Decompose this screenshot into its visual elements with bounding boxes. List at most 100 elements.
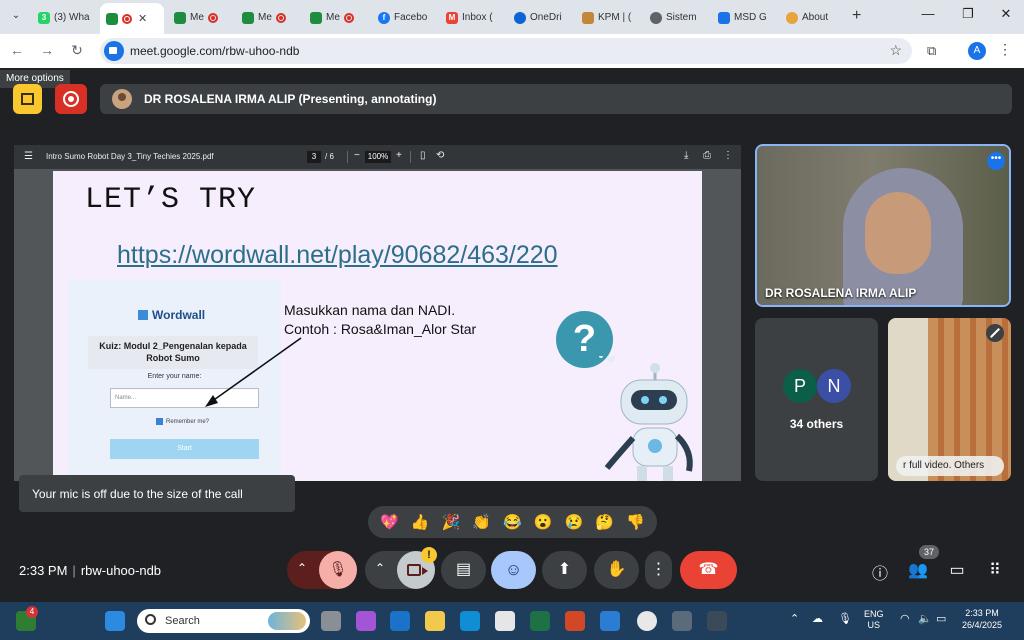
reaction-clap[interactable]: 👏 — [472, 513, 491, 531]
zoom-out-icon[interactable]: − — [354, 150, 360, 161]
outlook-icon[interactable] — [390, 611, 410, 631]
language-indicator[interactable]: ENG US — [864, 609, 884, 631]
people-icon[interactable]: 👥 — [907, 560, 929, 580]
microphone-icon[interactable]: 🎙 — [838, 612, 852, 625]
reaction-sad[interactable]: 😢 — [565, 513, 584, 531]
reaction-surprised[interactable]: 😮 — [534, 513, 553, 531]
notification-badge: 4 — [26, 606, 38, 618]
new-tab-button[interactable]: + — [852, 7, 861, 25]
pdf-zoom-level[interactable]: 100% — [365, 151, 391, 163]
leave-call-button[interactable]: ☎ — [680, 551, 737, 589]
meeting-code: rbw-uhoo-ndb — [80, 563, 162, 578]
video-hint-pill[interactable]: r full video. Others — [896, 456, 1004, 476]
tab-onedrive[interactable]: OneDri — [508, 5, 572, 30]
forward-icon[interactable]: → — [38, 42, 56, 58]
annotation-toggle-button[interactable] — [13, 84, 42, 114]
meeting-time: 2:33 PM — [19, 563, 68, 578]
excel-icon[interactable] — [530, 611, 550, 631]
reaction-thumbs-down[interactable]: 👎 — [626, 513, 645, 531]
recording-icon — [122, 13, 132, 24]
tab-msd[interactable]: MSD G — [712, 5, 776, 30]
restore-icon[interactable]: ❐ — [958, 6, 978, 22]
tab-meet-4[interactable]: Me — [304, 5, 368, 30]
taskbar-search[interactable]: Search — [137, 609, 310, 633]
mic-toggle-button[interactable]: 🎙 — [319, 551, 357, 589]
site-info-icon[interactable] — [104, 41, 124, 61]
url-text[interactable]: meet.google.com/rbw-uhoo-ndb — [130, 44, 299, 58]
present-button[interactable]: ⬆ — [542, 551, 587, 589]
participant-tile-self[interactable]: r full video. Others — [888, 318, 1011, 481]
reactions-button[interactable]: ☺ — [491, 551, 536, 589]
calculator-icon[interactable] — [707, 611, 727, 631]
powerpoint-icon[interactable] — [565, 611, 585, 631]
fit-page-icon[interactable]: ▯ — [420, 150, 426, 161]
tray-overflow-icon[interactable]: ⌃ — [790, 612, 799, 625]
reload-icon[interactable]: ↻ — [68, 42, 86, 59]
copilot-icon[interactable] — [356, 611, 376, 631]
tab-search-button[interactable]: ⌄ — [6, 6, 26, 26]
tab-label: Facebo — [394, 12, 428, 23]
system-clock[interactable]: 2:33 PM 26/4/2025 — [962, 607, 1002, 631]
address-bar[interactable]: meet.google.com/rbw-uhoo-ndb ☆ — [100, 38, 912, 64]
tab-sistem[interactable]: Sistem — [644, 5, 708, 30]
rotate-icon[interactable]: ⟲ — [436, 150, 444, 161]
tab-label: Me — [190, 12, 204, 23]
edge-icon[interactable] — [460, 611, 480, 631]
tile-options-icon[interactable]: ••• — [987, 152, 1005, 170]
tab-facebook[interactable]: f Facebo — [372, 5, 436, 30]
reaction-heart[interactable]: 💖 — [380, 513, 399, 531]
participant-tile-others[interactable]: P N 34 others — [755, 318, 878, 481]
store-icon[interactable] — [495, 611, 515, 631]
minimize-icon[interactable]: — — [918, 6, 938, 21]
back-icon[interactable]: ← — [8, 42, 26, 58]
snipping-tool-icon[interactable] — [672, 611, 692, 631]
more-options-button[interactable]: ⋮ — [645, 551, 672, 589]
activities-icon[interactable]: ⠿ — [984, 560, 1006, 580]
wifi-icon[interactable]: ◠ — [900, 612, 910, 625]
extensions-icon[interactable]: ⧉ — [927, 43, 936, 59]
tab-meet-3[interactable]: Me — [236, 5, 300, 30]
start-icon[interactable] — [105, 611, 125, 631]
notepad-icon[interactable] — [600, 611, 620, 631]
pdf-page-input[interactable]: 3 — [307, 151, 321, 163]
raise-hand-button[interactable]: ✋ — [594, 551, 639, 589]
tab-meet-2[interactable]: Me — [168, 5, 232, 30]
captions-button[interactable]: ▤ — [441, 551, 486, 589]
tab-whatsapp[interactable]: 3 (3) Wha — [32, 5, 98, 30]
meeting-details-icon[interactable]: ⓘ — [869, 560, 891, 584]
battery-icon[interactable]: ▭ — [936, 612, 946, 625]
close-tab-icon[interactable]: ✕ — [138, 12, 147, 25]
profile-avatar[interactable]: A — [968, 42, 986, 60]
task-view-icon[interactable] — [321, 611, 341, 631]
zoom-in-icon[interactable]: + — [396, 150, 402, 161]
avatar: P — [783, 369, 817, 403]
participant-tile-presenter[interactable]: ••• DR ROSALENA IRMA ALIP — [755, 144, 1011, 307]
tab-gmail[interactable]: M Inbox ( — [440, 5, 504, 30]
wordwall-link[interactable]: https://wordwall.net/play/90682/463/220 — [117, 241, 558, 270]
tab-meet-active[interactable]: ✕ — [100, 3, 164, 34]
pdf-menu-icon[interactable]: ☰ — [24, 151, 33, 162]
file-explorer-icon[interactable] — [425, 611, 445, 631]
tab-kpm[interactable]: KPM | ( — [576, 5, 640, 30]
reaction-thinking[interactable]: 🤔 — [595, 513, 614, 531]
reaction-party[interactable]: 🎉 — [442, 513, 461, 531]
recording-button[interactable] — [55, 84, 87, 114]
onedrive-icon — [514, 11, 526, 24]
cloud-status-icon[interactable]: ☁ — [812, 612, 823, 625]
reaction-thumbs-up[interactable]: 👍 — [411, 513, 430, 531]
checkbox-icon — [156, 418, 163, 425]
bookmark-star-icon[interactable]: ☆ — [889, 42, 902, 59]
download-icon[interactable]: ⤓ — [684, 150, 688, 161]
chrome-icon[interactable] — [637, 611, 657, 631]
print-icon[interactable]: ⎙ — [703, 150, 711, 161]
window-close-icon[interactable]: ✕ — [996, 6, 1016, 22]
reaction-laugh[interactable]: 😂 — [503, 513, 522, 531]
pdf-more-icon[interactable]: ⋮ — [723, 150, 733, 161]
tab-about[interactable]: About — [780, 5, 844, 30]
chat-icon[interactable]: ▭ — [946, 560, 968, 580]
slide-page: LET’S TRY https://wordwall.net/play/9068… — [53, 171, 702, 481]
facebook-icon: f — [378, 11, 390, 24]
browser-menu-icon[interactable]: ⋮ — [998, 41, 1012, 58]
globe-icon — [650, 11, 662, 24]
volume-icon[interactable]: 🔈 — [918, 612, 932, 625]
